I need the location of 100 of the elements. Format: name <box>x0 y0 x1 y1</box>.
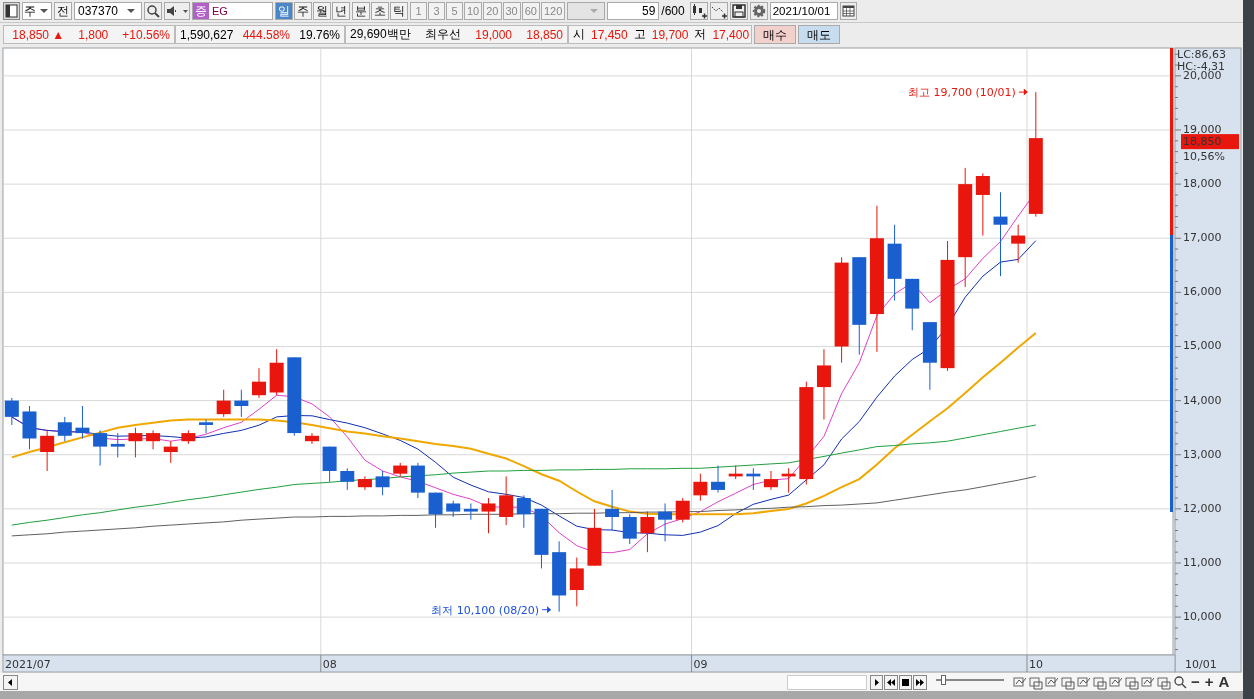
candlestick <box>905 278 920 331</box>
candlestick <box>781 467 796 494</box>
candlestick <box>764 470 778 491</box>
candlestick <box>181 429 196 445</box>
period-tab[interactable]: 주 <box>294 2 312 20</box>
price-label: 17,000 <box>1183 231 1222 245</box>
chart-tool-icon[interactable] <box>1093 674 1108 690</box>
date-label: 10/01 <box>1185 658 1217 671</box>
calendar-icon[interactable] <box>839 2 857 20</box>
speaker-icon[interactable] <box>164 2 190 20</box>
unit-tab[interactable]: 분 <box>352 2 370 20</box>
chart-tool-icon[interactable] <box>1157 674 1172 690</box>
panel-icon[interactable] <box>3 2 20 20</box>
price-label: 12,000 <box>1183 501 1222 515</box>
current-price-tag: 18,850 <box>1181 134 1239 150</box>
candlestick <box>622 513 637 545</box>
price-label: 11,000 <box>1183 556 1222 569</box>
candlestick <box>587 508 602 567</box>
date-label: 08 <box>322 658 337 671</box>
play-icon[interactable] <box>870 674 883 690</box>
candlestick <box>1011 224 1026 264</box>
search-icon[interactable] <box>144 2 162 20</box>
market-badge: 증 <box>193 3 209 19</box>
stop-icon[interactable] <box>899 674 912 690</box>
price-label: 10,000 <box>1183 610 1222 624</box>
quote-value: 19.76% <box>299 27 340 42</box>
quote-value: 17,450 <box>591 27 628 42</box>
unit-tab[interactable]: 초 <box>371 2 389 20</box>
candlestick <box>534 508 549 569</box>
candlestick <box>728 465 743 480</box>
zoom-button[interactable]: A <box>1216 674 1232 690</box>
candlestick <box>693 473 708 502</box>
sell-button[interactable]: 매도 <box>798 25 840 44</box>
candlestick <box>605 489 620 531</box>
candlestick <box>40 429 55 472</box>
chart-tool-icon[interactable] <box>1013 674 1028 690</box>
chart-tool-icon[interactable] <box>1109 674 1124 690</box>
candlestick <box>375 470 390 496</box>
prev-button[interactable]: 전 <box>54 2 72 20</box>
stock-name-field[interactable]: 증 EG <box>192 2 273 20</box>
chart-tool-icon[interactable] <box>1029 674 1044 690</box>
count-max: /600 <box>661 4 685 18</box>
annotation-label: 최저 10,100 (08/20) <box>431 603 540 617</box>
chart-tool-icon[interactable] <box>1045 674 1060 690</box>
unit-tab[interactable]: 틱 <box>390 2 408 20</box>
candlestick <box>199 419 214 434</box>
price-label: 13,000 <box>1183 447 1222 461</box>
scroll-left-icon[interactable] <box>3 674 18 690</box>
search-icon[interactable] <box>1173 674 1188 690</box>
chart-tool-icon[interactable] <box>1077 674 1092 690</box>
candlestick <box>322 446 337 483</box>
fast-forward-icon[interactable] <box>913 674 927 690</box>
code-field[interactable]: 037370 <box>74 2 142 20</box>
candlestick <box>269 348 284 396</box>
zoom-button[interactable]: + <box>1202 674 1216 690</box>
candlestick <box>75 405 90 439</box>
quote-value: 444.58% <box>242 27 291 42</box>
period-tab[interactable]: 월 <box>313 2 331 20</box>
candle-add-icon[interactable] <box>689 2 708 20</box>
chart-tool-icon[interactable] <box>1125 674 1140 690</box>
save-icon[interactable] <box>729 2 748 20</box>
chart-tool-icon[interactable] <box>1061 674 1076 690</box>
candlestick <box>146 429 161 450</box>
settings-icon[interactable] <box>749 2 768 20</box>
candlestick <box>922 321 937 391</box>
period-tab[interactable]: 일 <box>275 2 293 20</box>
price-label: 14,000 <box>1183 393 1222 407</box>
count-field[interactable]: 59 <box>607 2 660 20</box>
date-field[interactable]: 2021/10/01 <box>769 2 838 20</box>
annotation-label: 최고 19,700 (10/01) <box>908 86 1016 100</box>
line-add-icon[interactable] <box>709 2 728 20</box>
price-label: 18,000 <box>1183 177 1222 191</box>
candlestick <box>446 500 461 518</box>
candlestick <box>4 397 19 426</box>
quote-value: 최우선 <box>425 26 461 43</box>
candlestick <box>234 389 249 418</box>
candlestick <box>357 475 372 491</box>
quote-value: 저 <box>694 26 707 43</box>
change-percent: 10,56% <box>1183 150 1225 164</box>
candlestick <box>658 502 673 542</box>
zoom-button[interactable]: − <box>1189 674 1202 690</box>
rewind-icon[interactable] <box>884 674 898 690</box>
candlestick <box>516 494 531 529</box>
quote-value: 18,850 <box>526 27 563 42</box>
candlestick <box>216 389 231 418</box>
quote-value: 시 <box>573 26 585 43</box>
quote-value: 1,800 <box>78 27 109 42</box>
view-dropdown[interactable]: 주 <box>22 2 52 20</box>
period-tab[interactable]: 년 <box>332 2 350 20</box>
date-label: 10 <box>1029 658 1043 671</box>
quote-value: 18,850 ▲ <box>12 27 65 42</box>
quote-value: 1,590,627 <box>180 27 234 42</box>
date-label: 2021/07 <box>5 658 51 671</box>
buy-button[interactable]: 매수 <box>754 25 796 44</box>
candlestick <box>110 432 125 458</box>
stock-name: EG <box>212 5 228 17</box>
scroll-thumb[interactable] <box>787 674 867 690</box>
chart-tool-icon[interactable] <box>1141 674 1156 690</box>
price-label: 19,000 <box>1183 123 1222 136</box>
candlestick <box>975 172 990 237</box>
